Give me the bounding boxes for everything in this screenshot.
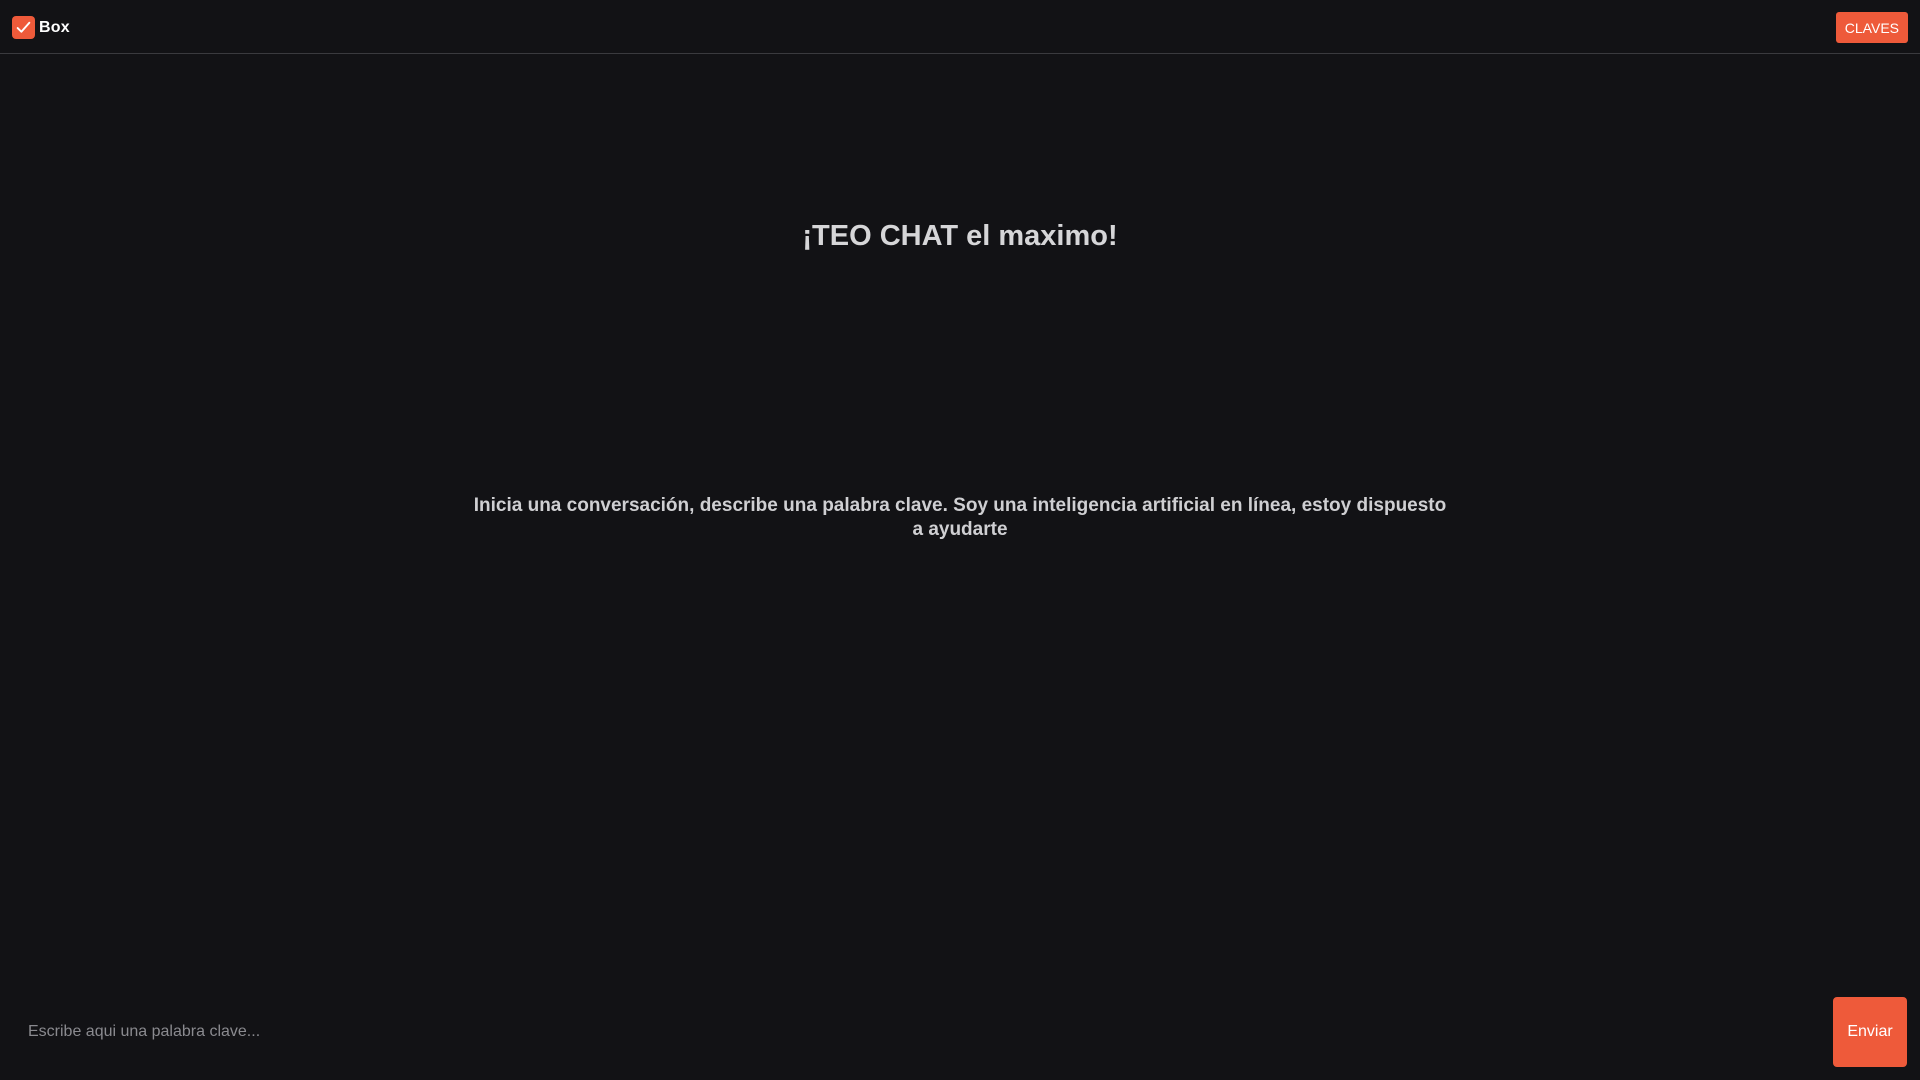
keyword-input[interactable] [14,997,1829,1067]
brand-name: Box [39,18,70,36]
intro-text: Inicia una conversación, describe una pa… [473,495,1447,540]
top-bar: Box CLAVES [0,0,1920,54]
message-composer: Enviar [0,985,1920,1080]
app-root: Box CLAVES ¡TEO CHAT el maximo! Inicia u… [0,0,1920,1080]
check-icon [12,16,35,39]
page-title: ¡TEO CHAT el maximo! [802,220,1118,252]
brand-logo[interactable]: Box [12,16,70,39]
send-button[interactable]: Enviar [1833,997,1907,1067]
claves-button[interactable]: CLAVES [1835,12,1908,43]
